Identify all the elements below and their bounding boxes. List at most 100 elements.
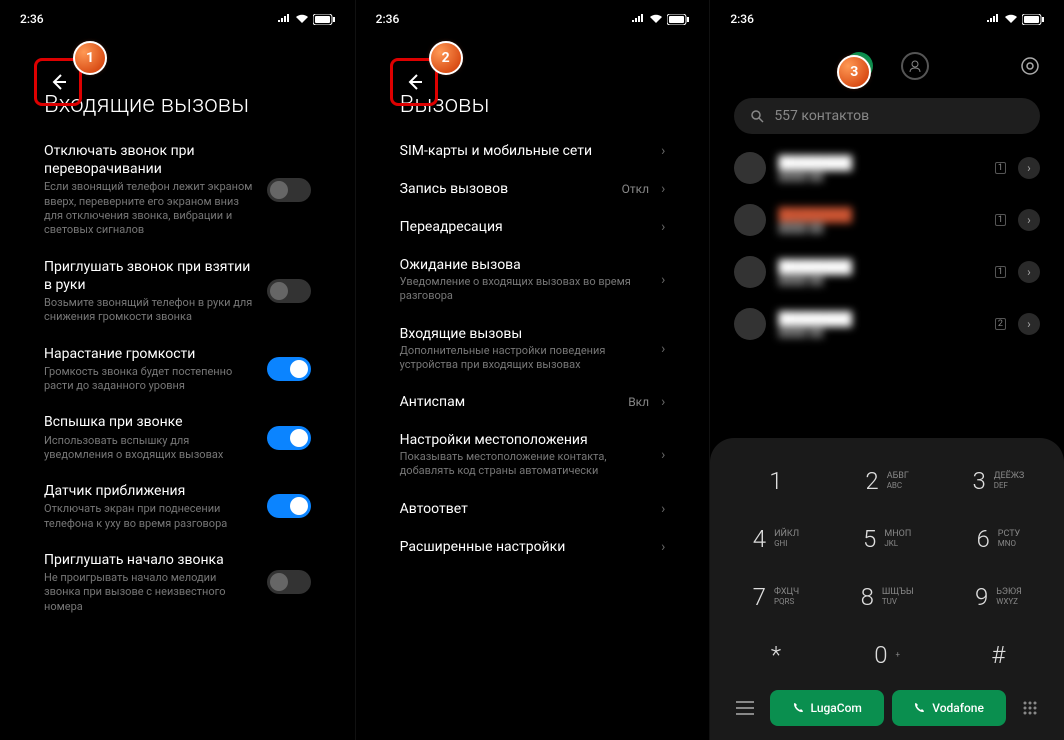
setting-row[interactable]: Приглушать звонок при взятии в руки Возь…: [0, 248, 355, 335]
chevron-right-icon: ›: [661, 394, 665, 410]
battery-icon: [313, 14, 335, 25]
nav-label: Антиспам: [400, 394, 617, 410]
chevron-right-icon: ›: [661, 143, 665, 159]
toggle-switch[interactable]: [267, 279, 311, 303]
contact-sub: ████ ██: [778, 223, 983, 234]
avatar: [734, 152, 766, 184]
nav-row[interactable]: Входящие вызовы Дополнительные настройки…: [356, 315, 710, 384]
nav-text: Запись вызовов: [400, 181, 610, 197]
setting-text: Отключать звонок при переворачивании Есл…: [44, 142, 255, 238]
dial-number: 4: [753, 525, 766, 553]
status-time: 2:36: [730, 12, 754, 26]
toggle-switch[interactable]: [267, 426, 311, 450]
nav-label: Входящие вызовы: [400, 326, 649, 342]
contact-row[interactable]: ████████ ████ ██ 2 ›: [710, 298, 1064, 350]
nav-text: Настройки местоположения Показывать мест…: [400, 432, 649, 479]
dial-key-9[interactable]: 9 ЬЭЮЯWXYZ: [945, 570, 1052, 624]
chevron-right-icon: ›: [661, 219, 665, 235]
contact-detail-button[interactable]: ›: [1018, 209, 1040, 231]
nav-row[interactable]: Настройки местоположения Показывать мест…: [356, 421, 710, 490]
dial-key-3[interactable]: 3 ДЕЁЖЗDEF: [945, 454, 1052, 508]
nav-desc: Уведомление о входящих вызовах во время …: [400, 275, 649, 304]
menu-button[interactable]: [728, 693, 762, 723]
setting-label: Нарастание громкости: [44, 345, 255, 363]
nav-text: SIM-карты и мобильные сети: [400, 143, 649, 159]
battery-icon: [1022, 14, 1044, 25]
nav-row[interactable]: Антиспам Вкл ›: [356, 383, 710, 421]
search-input[interactable]: 557 контактов: [734, 98, 1040, 134]
settings-button[interactable]: [1020, 56, 1040, 76]
dial-key-#[interactable]: #: [945, 628, 1052, 682]
contact-sub: ████ ██: [778, 171, 983, 182]
nav-row[interactable]: Ожидание вызова Уведомление о входящих в…: [356, 246, 710, 315]
setting-row[interactable]: Вспышка при звонке Использовать вспышку …: [0, 403, 355, 472]
setting-label: Вспышка при звонке: [44, 413, 255, 431]
setting-desc: Возьмите звонящий телефон в руки для сни…: [44, 296, 255, 325]
dial-key-2[interactable]: 2 АБВГABC: [834, 454, 941, 508]
sim-badge: 1: [995, 162, 1006, 174]
setting-desc: Отключать экран при поднесении телефона …: [44, 502, 255, 531]
contact-sub: ████ ██: [778, 275, 983, 286]
nav-row[interactable]: Запись вызовов Откл ›: [356, 170, 710, 208]
nav-row[interactable]: SIM-карты и мобильные сети ›: [356, 132, 710, 170]
setting-row[interactable]: Отключать звонок при переворачивании Есл…: [0, 132, 355, 248]
nav-row[interactable]: Расширенные настройки ›: [356, 528, 710, 566]
dial-number: 7: [753, 583, 766, 611]
dial-key-7[interactable]: 7 ФХЦЧPQRS: [722, 570, 829, 624]
dial-key-4[interactable]: 4 ИЙКЛGHI: [722, 512, 829, 566]
chevron-right-icon: ›: [661, 272, 665, 288]
step-badge-1: 1: [76, 44, 104, 72]
contact-detail-button[interactable]: ›: [1018, 313, 1040, 335]
status-bar: 2:36: [356, 0, 710, 34]
screen-incoming-calls: 2:36 1 Входящие вызовы Отключать звонок …: [0, 0, 355, 740]
back-arrow-icon: [403, 71, 425, 93]
toggle-switch[interactable]: [267, 494, 311, 518]
dial-key-6[interactable]: 6 РСТУMNO: [945, 512, 1052, 566]
dial-number: 3: [972, 467, 985, 495]
dial-key-8[interactable]: 8 ШЩЪЫTUV: [834, 570, 941, 624]
setting-text: Приглушать звонок при взятии в руки Возь…: [44, 258, 255, 325]
status-icons: [631, 14, 689, 25]
toggle-switch[interactable]: [267, 570, 311, 594]
tab-contacts[interactable]: [901, 52, 929, 80]
contact-row[interactable]: ████████ ████ ██ 1 ›: [710, 194, 1064, 246]
contact-detail-button[interactable]: ›: [1018, 261, 1040, 283]
dialpad-toggle[interactable]: [1014, 692, 1046, 724]
toggle-switch[interactable]: [267, 357, 311, 381]
setting-text: Вспышка при звонке Использовать вспышку …: [44, 413, 255, 462]
dial-key-0[interactable]: 0 +: [834, 628, 941, 682]
nav-label: Ожидание вызова: [400, 257, 649, 273]
nav-text: Автоответ: [400, 501, 649, 517]
dial-number: 9: [975, 583, 988, 611]
contact-info: ████████ ████ ██: [778, 259, 983, 286]
setting-row[interactable]: Датчик приближения Отключать экран при п…: [0, 472, 355, 541]
contact-info: ████████ ████ ██: [778, 155, 983, 182]
nav-row[interactable]: Переадресация ›: [356, 208, 710, 246]
dial-number: #: [991, 641, 1005, 669]
contact-info: ████████ ████ ██: [778, 311, 983, 338]
dial-key-*[interactable]: *: [722, 628, 829, 682]
signal-icon: [277, 14, 291, 24]
top-tabs: [710, 34, 1064, 90]
setting-label: Отключать звонок при переворачивании: [44, 142, 255, 178]
contact-row[interactable]: ████████ ████ ██ 1 ›: [710, 246, 1064, 298]
chevron-right-icon: ›: [661, 341, 665, 357]
nav-label: Настройки местоположения: [400, 432, 649, 448]
contact-detail-button[interactable]: ›: [1018, 157, 1040, 179]
wifi-icon: [1004, 14, 1018, 24]
dial-key-1[interactable]: 1: [722, 454, 829, 508]
setting-row[interactable]: Нарастание громкости Громкость звонка бу…: [0, 335, 355, 404]
setting-row[interactable]: Приглушать начало звонка Не проигрывать …: [0, 541, 355, 624]
dial-key-5[interactable]: 5 МНОПJKL: [834, 512, 941, 566]
setting-label: Приглушать звонок при взятии в руки: [44, 258, 255, 294]
step-badge-2: 2: [432, 44, 460, 72]
call-sim2-button[interactable]: Vodafone: [892, 690, 1006, 726]
sim-badge: 1: [995, 214, 1006, 226]
nav-value: Вкл: [628, 395, 649, 409]
toggle-switch[interactable]: [267, 178, 311, 202]
contact-row[interactable]: ████████ ████ ██ 1 ›: [710, 142, 1064, 194]
person-icon: [908, 59, 922, 73]
call-sim1-button[interactable]: LugaCom: [770, 690, 884, 726]
nav-row[interactable]: Автоответ ›: [356, 490, 710, 528]
dialer-bottom-bar: LugaCom Vodafone: [722, 682, 1052, 726]
